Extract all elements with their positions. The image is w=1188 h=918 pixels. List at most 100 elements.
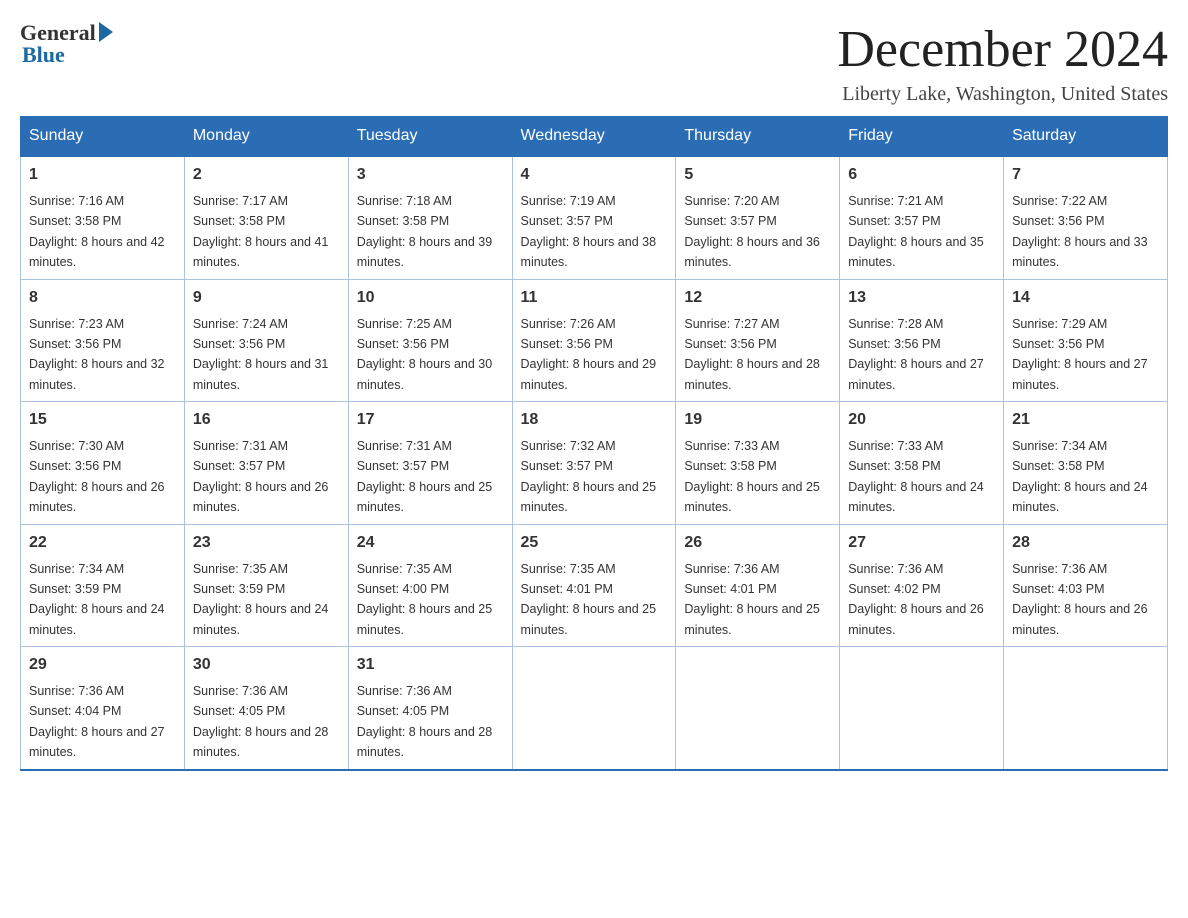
day-number: 30 (193, 653, 340, 677)
day-cell: 31 Sunrise: 7:36 AMSunset: 4:05 PMDaylig… (348, 647, 512, 770)
day-number: 8 (29, 286, 176, 310)
calendar-subtitle: Liberty Lake, Washington, United States (837, 83, 1168, 106)
day-cell (840, 647, 1004, 770)
week-row-1: 1 Sunrise: 7:16 AMSunset: 3:58 PMDayligh… (21, 156, 1168, 279)
day-cell (512, 647, 676, 770)
day-cell: 9 Sunrise: 7:24 AMSunset: 3:56 PMDayligh… (184, 279, 348, 402)
day-info: Sunrise: 7:28 AMSunset: 3:56 PMDaylight:… (848, 317, 984, 392)
day-number: 6 (848, 163, 995, 187)
day-info: Sunrise: 7:36 AMSunset: 4:05 PMDaylight:… (193, 684, 329, 759)
day-number: 25 (521, 531, 668, 555)
calendar-title: December 2024 (837, 20, 1168, 79)
day-info: Sunrise: 7:23 AMSunset: 3:56 PMDaylight:… (29, 317, 165, 392)
calendar-table: SundayMondayTuesdayWednesdayThursdayFrid… (20, 116, 1168, 771)
header-thursday: Thursday (676, 117, 840, 157)
day-number: 29 (29, 653, 176, 677)
day-cell: 27 Sunrise: 7:36 AMSunset: 4:02 PMDaylig… (840, 524, 1004, 647)
day-number: 3 (357, 163, 504, 187)
header-saturday: Saturday (1004, 117, 1168, 157)
day-info: Sunrise: 7:20 AMSunset: 3:57 PMDaylight:… (684, 194, 820, 269)
day-number: 10 (357, 286, 504, 310)
title-block: December 2024 Liberty Lake, Washington, … (837, 20, 1168, 106)
calendar-header-row: SundayMondayTuesdayWednesdayThursdayFrid… (21, 117, 1168, 157)
day-info: Sunrise: 7:36 AMSunset: 4:01 PMDaylight:… (684, 562, 820, 637)
day-cell (676, 647, 840, 770)
page-header: General Blue December 2024 Liberty Lake,… (20, 20, 1168, 106)
day-number: 2 (193, 163, 340, 187)
day-info: Sunrise: 7:35 AMSunset: 3:59 PMDaylight:… (193, 562, 329, 637)
day-number: 13 (848, 286, 995, 310)
day-info: Sunrise: 7:31 AMSunset: 3:57 PMDaylight:… (357, 439, 493, 514)
day-info: Sunrise: 7:36 AMSunset: 4:05 PMDaylight:… (357, 684, 493, 759)
day-number: 4 (521, 163, 668, 187)
day-info: Sunrise: 7:32 AMSunset: 3:57 PMDaylight:… (521, 439, 657, 514)
day-info: Sunrise: 7:16 AMSunset: 3:58 PMDaylight:… (29, 194, 165, 269)
day-info: Sunrise: 7:18 AMSunset: 3:58 PMDaylight:… (357, 194, 493, 269)
day-number: 7 (1012, 163, 1159, 187)
day-info: Sunrise: 7:35 AMSunset: 4:01 PMDaylight:… (521, 562, 657, 637)
day-number: 15 (29, 408, 176, 432)
day-cell: 16 Sunrise: 7:31 AMSunset: 3:57 PMDaylig… (184, 402, 348, 525)
day-info: Sunrise: 7:29 AMSunset: 3:56 PMDaylight:… (1012, 317, 1148, 392)
day-number: 26 (684, 531, 831, 555)
day-info: Sunrise: 7:19 AMSunset: 3:57 PMDaylight:… (521, 194, 657, 269)
day-number: 20 (848, 408, 995, 432)
day-cell: 19 Sunrise: 7:33 AMSunset: 3:58 PMDaylig… (676, 402, 840, 525)
day-info: Sunrise: 7:31 AMSunset: 3:57 PMDaylight:… (193, 439, 329, 514)
header-friday: Friday (840, 117, 1004, 157)
day-number: 31 (357, 653, 504, 677)
day-info: Sunrise: 7:24 AMSunset: 3:56 PMDaylight:… (193, 317, 329, 392)
day-cell (1004, 647, 1168, 770)
day-cell: 10 Sunrise: 7:25 AMSunset: 3:56 PMDaylig… (348, 279, 512, 402)
day-cell: 23 Sunrise: 7:35 AMSunset: 3:59 PMDaylig… (184, 524, 348, 647)
day-cell: 22 Sunrise: 7:34 AMSunset: 3:59 PMDaylig… (21, 524, 185, 647)
week-row-2: 8 Sunrise: 7:23 AMSunset: 3:56 PMDayligh… (21, 279, 1168, 402)
day-info: Sunrise: 7:30 AMSunset: 3:56 PMDaylight:… (29, 439, 165, 514)
day-cell: 15 Sunrise: 7:30 AMSunset: 3:56 PMDaylig… (21, 402, 185, 525)
day-info: Sunrise: 7:33 AMSunset: 3:58 PMDaylight:… (684, 439, 820, 514)
day-number: 28 (1012, 531, 1159, 555)
logo: General Blue (20, 20, 113, 68)
day-number: 27 (848, 531, 995, 555)
day-number: 16 (193, 408, 340, 432)
day-info: Sunrise: 7:35 AMSunset: 4:00 PMDaylight:… (357, 562, 493, 637)
day-number: 18 (521, 408, 668, 432)
day-cell: 5 Sunrise: 7:20 AMSunset: 3:57 PMDayligh… (676, 156, 840, 279)
day-cell: 25 Sunrise: 7:35 AMSunset: 4:01 PMDaylig… (512, 524, 676, 647)
day-cell: 13 Sunrise: 7:28 AMSunset: 3:56 PMDaylig… (840, 279, 1004, 402)
day-cell: 8 Sunrise: 7:23 AMSunset: 3:56 PMDayligh… (21, 279, 185, 402)
day-info: Sunrise: 7:36 AMSunset: 4:02 PMDaylight:… (848, 562, 984, 637)
day-cell: 4 Sunrise: 7:19 AMSunset: 3:57 PMDayligh… (512, 156, 676, 279)
day-cell: 1 Sunrise: 7:16 AMSunset: 3:58 PMDayligh… (21, 156, 185, 279)
day-number: 12 (684, 286, 831, 310)
day-cell: 18 Sunrise: 7:32 AMSunset: 3:57 PMDaylig… (512, 402, 676, 525)
day-cell: 2 Sunrise: 7:17 AMSunset: 3:58 PMDayligh… (184, 156, 348, 279)
day-number: 23 (193, 531, 340, 555)
day-info: Sunrise: 7:27 AMSunset: 3:56 PMDaylight:… (684, 317, 820, 392)
header-tuesday: Tuesday (348, 117, 512, 157)
day-info: Sunrise: 7:34 AMSunset: 3:58 PMDaylight:… (1012, 439, 1148, 514)
day-cell: 11 Sunrise: 7:26 AMSunset: 3:56 PMDaylig… (512, 279, 676, 402)
week-row-5: 29 Sunrise: 7:36 AMSunset: 4:04 PMDaylig… (21, 647, 1168, 770)
day-info: Sunrise: 7:33 AMSunset: 3:58 PMDaylight:… (848, 439, 984, 514)
day-number: 22 (29, 531, 176, 555)
header-sunday: Sunday (21, 117, 185, 157)
day-number: 1 (29, 163, 176, 187)
header-monday: Monday (184, 117, 348, 157)
day-info: Sunrise: 7:17 AMSunset: 3:58 PMDaylight:… (193, 194, 329, 269)
day-cell: 26 Sunrise: 7:36 AMSunset: 4:01 PMDaylig… (676, 524, 840, 647)
day-info: Sunrise: 7:36 AMSunset: 4:04 PMDaylight:… (29, 684, 165, 759)
day-cell: 30 Sunrise: 7:36 AMSunset: 4:05 PMDaylig… (184, 647, 348, 770)
day-cell: 24 Sunrise: 7:35 AMSunset: 4:00 PMDaylig… (348, 524, 512, 647)
day-number: 9 (193, 286, 340, 310)
day-info: Sunrise: 7:21 AMSunset: 3:57 PMDaylight:… (848, 194, 984, 269)
week-row-4: 22 Sunrise: 7:34 AMSunset: 3:59 PMDaylig… (21, 524, 1168, 647)
day-cell: 3 Sunrise: 7:18 AMSunset: 3:58 PMDayligh… (348, 156, 512, 279)
day-number: 14 (1012, 286, 1159, 310)
week-row-3: 15 Sunrise: 7:30 AMSunset: 3:56 PMDaylig… (21, 402, 1168, 525)
day-cell: 7 Sunrise: 7:22 AMSunset: 3:56 PMDayligh… (1004, 156, 1168, 279)
day-number: 11 (521, 286, 668, 310)
day-number: 19 (684, 408, 831, 432)
day-number: 5 (684, 163, 831, 187)
day-info: Sunrise: 7:26 AMSunset: 3:56 PMDaylight:… (521, 317, 657, 392)
